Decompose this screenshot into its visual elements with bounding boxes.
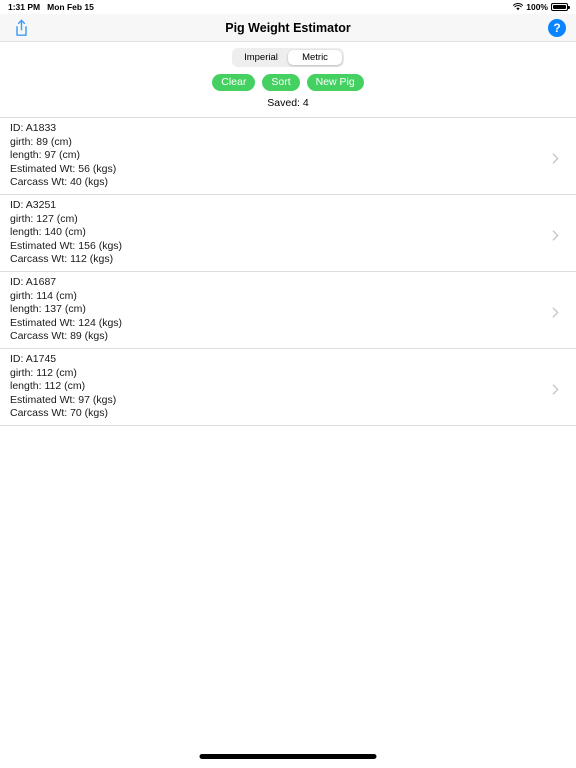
row-id: ID: A1745 (10, 352, 57, 365)
row-id: ID: A1833 (10, 122, 57, 134)
row-carcass-weight: Carcass Wt: 89 (kgs) (10, 330, 109, 343)
home-indicator (199, 754, 377, 759)
chevron-right-icon[interactable] (552, 382, 562, 395)
row-estimated-weight: Estimated Wt: 156 (kgs) (10, 239, 123, 252)
page-title: Pig Weight Estimator (225, 20, 351, 35)
battery-percent-label: 100% (526, 2, 548, 12)
row-id: ID: A3251 (10, 198, 57, 211)
battery-icon (551, 3, 570, 11)
row-length: length: 97 (cm) (10, 149, 81, 162)
status-time: 1:31 PM (8, 2, 41, 12)
saved-count-label: Saved: 4 (267, 97, 309, 109)
row-girth: girth: 114 (cm) (10, 289, 77, 302)
row-carcass-weight: Carcass Wt: 112 (kgs) (10, 253, 114, 266)
chevron-right-icon[interactable] (552, 228, 562, 241)
status-date: Mon Feb 15 (47, 2, 94, 12)
new-pig-button[interactable]: New Pig (306, 74, 364, 91)
row-carcass-weight: Carcass Wt: 40 (kgs) (10, 176, 109, 189)
navigation-bar: Pig Weight Estimator ? (0, 14, 576, 42)
clear-button[interactable]: Clear (212, 74, 256, 91)
row-estimated-weight: Estimated Wt: 97 (kgs) (10, 393, 117, 406)
row-estimated-weight: Estimated Wt: 56 (kgs) (10, 162, 117, 175)
table-row[interactable]: ID: A1687 girth: 114 (cm) length: 137 (c… (0, 271, 576, 349)
row-content: ID: A1745 girth: 112 (cm) length: 112 (c… (10, 353, 116, 421)
wifi-icon (513, 3, 524, 11)
table-row[interactable]: ID: A1833 girth: 89 (cm) length: 97 (cm)… (0, 118, 576, 195)
row-girth: girth: 112 (cm) (10, 366, 77, 379)
row-girth: girth: 89 (cm) (10, 135, 72, 148)
row-estimated-weight: Estimated Wt: 124 (kgs) (10, 316, 123, 329)
status-bar-right: 100% (513, 2, 570, 12)
row-content: ID: A1833 girth: 89 (cm) length: 97 (cm)… (10, 122, 116, 190)
table-row[interactable]: ID: A3251 girth: 127 (cm) length: 140 (c… (0, 194, 576, 272)
row-length: length: 137 (cm) (10, 303, 86, 316)
pig-list: ID: A1833 girth: 89 (cm) length: 97 (cm)… (0, 117, 576, 426)
segment-metric[interactable]: Metric (288, 50, 342, 65)
segment-imperial[interactable]: Imperial (234, 50, 288, 65)
row-content: ID: A1687 girth: 114 (cm) length: 137 (c… (10, 276, 122, 344)
controls-area: Imperial Metric Clear Sort New Pig Saved… (0, 42, 576, 109)
table-row[interactable]: ID: A1745 girth: 112 (cm) length: 112 (c… (0, 348, 576, 426)
status-bar-left: 1:31 PM Mon Feb 15 (8, 2, 94, 12)
units-segmented-control[interactable]: Imperial Metric (232, 48, 344, 67)
row-content: ID: A3251 girth: 127 (cm) length: 140 (c… (10, 199, 122, 267)
battery-fill (553, 5, 566, 9)
chevron-right-icon[interactable] (552, 151, 562, 164)
status-bar: 1:31 PM Mon Feb 15 100% (0, 0, 576, 14)
row-length: length: 112 (cm) (10, 380, 86, 393)
action-button-row: Clear Sort New Pig (212, 74, 364, 91)
row-length: length: 140 (cm) (10, 226, 86, 239)
row-carcass-weight: Carcass Wt: 70 (kgs) (10, 407, 109, 420)
chevron-right-icon[interactable] (552, 305, 562, 318)
share-icon[interactable] (10, 17, 32, 39)
sort-button[interactable]: Sort (262, 74, 300, 91)
help-circle-icon[interactable]: ? (548, 18, 566, 37)
row-girth: girth: 127 (cm) (10, 212, 78, 225)
row-id: ID: A1687 (10, 275, 57, 288)
